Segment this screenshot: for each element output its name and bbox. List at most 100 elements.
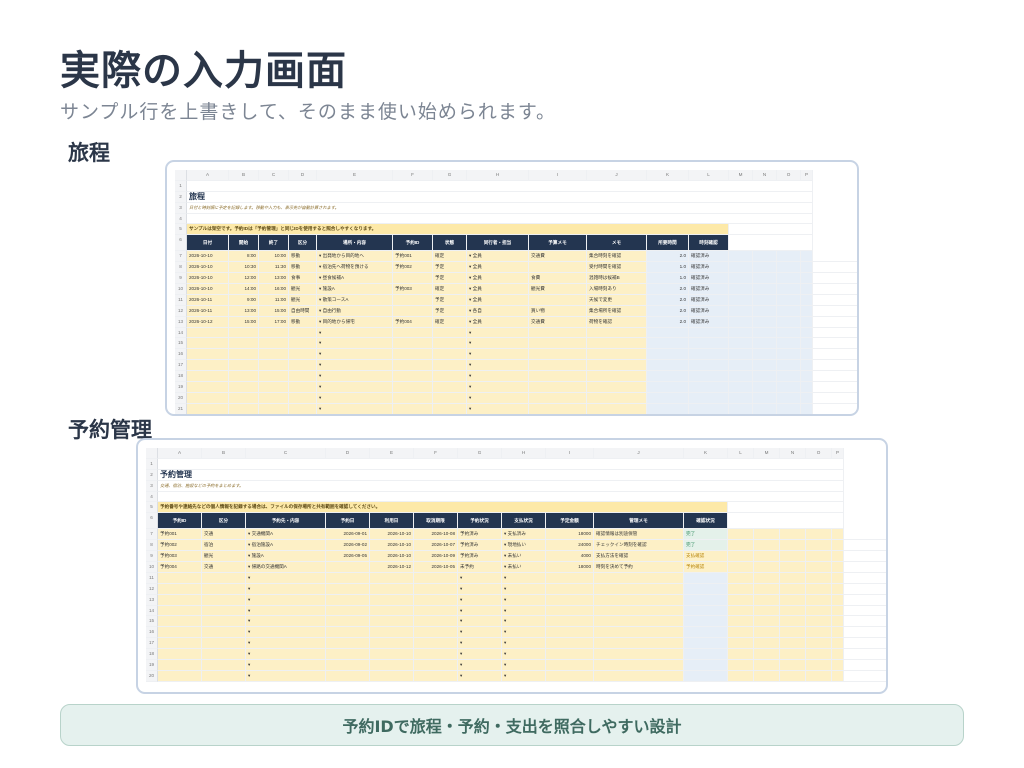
sheet-cell[interactable] (729, 371, 753, 383)
sheet-cell[interactable] (780, 594, 806, 606)
sheet-cell[interactable] (370, 616, 414, 628)
column-header[interactable]: 予約ID (393, 235, 433, 252)
sheet-cell[interactable] (832, 660, 844, 671)
column-header[interactable]: 区分 (202, 513, 246, 530)
sheet-cell[interactable] (777, 371, 801, 383)
column-letter[interactable]: K (684, 448, 728, 459)
sheet-cell[interactable] (433, 403, 467, 414)
column-letter[interactable]: F (393, 170, 433, 181)
sheet-cell[interactable]: ▾ (246, 616, 326, 628)
sheet-cell[interactable] (326, 649, 370, 661)
sheet-cell[interactable] (806, 572, 832, 584)
column-header[interactable]: 予約日 (326, 513, 370, 530)
sheet-cell[interactable] (753, 284, 777, 295)
sheet-cell[interactable] (801, 338, 813, 350)
sheet-cell[interactable] (684, 638, 728, 650)
sheet-cell[interactable]: ▾ (317, 327, 393, 339)
column-header[interactable]: 場所・内容 (317, 235, 393, 252)
column-letter[interactable]: K (647, 170, 689, 181)
sheet-cell[interactable]: ▾ 昼食候補A (317, 273, 393, 285)
sheet-cell[interactable] (370, 572, 414, 584)
sheet-cell[interactable] (754, 594, 780, 606)
sheet-cell[interactable] (689, 327, 729, 339)
sheet-cell[interactable] (777, 273, 801, 285)
sheet-cell[interactable] (801, 360, 813, 372)
sheet-cell[interactable] (754, 562, 780, 573)
sheet-cell[interactable] (414, 638, 458, 650)
sheet-cell[interactable]: 2026-10-10 (187, 262, 229, 274)
sheet-cell[interactable]: 受付時間を確認 (587, 262, 647, 274)
sheet-cell[interactable]: ▾ 全員 (467, 273, 529, 285)
sheet-cell[interactable] (689, 349, 729, 361)
sheet-cell[interactable] (754, 616, 780, 628)
sheet-cell[interactable] (546, 572, 594, 584)
sheet-cell[interactable] (729, 294, 753, 306)
sheet-cell[interactable] (729, 338, 753, 350)
column-header[interactable]: 日付 (187, 235, 229, 252)
sheet-cell[interactable] (158, 627, 202, 639)
sheet-cell[interactable]: 入場時刻あり (587, 284, 647, 295)
sheet-cell[interactable]: ▾ (458, 583, 502, 595)
sheet-cell[interactable]: ▾ (502, 670, 546, 682)
sheet-cell[interactable]: 予約003 (393, 284, 433, 295)
sheet-cell[interactable]: ▾ (502, 660, 546, 671)
sheet-cell[interactable] (801, 294, 813, 306)
sheet-cell[interactable] (529, 382, 587, 393)
column-header[interactable]: メモ (587, 235, 647, 252)
sheet-cell[interactable]: ▾ 全員 (467, 316, 529, 328)
sheet-cell[interactable] (728, 605, 754, 617)
sheet-cell[interactable] (393, 327, 433, 339)
column-letter[interactable]: C (259, 170, 289, 181)
sheet-cell[interactable] (801, 327, 813, 339)
sheet-cell[interactable]: ▾ 自由行動 (317, 305, 393, 317)
sheet-cell[interactable] (777, 415, 801, 416)
sheet-cell[interactable] (587, 371, 647, 383)
sheet-cell[interactable]: 15:00 (259, 305, 289, 317)
sheet-cell[interactable] (806, 551, 832, 563)
sheet-cell[interactable]: 観光費 (529, 284, 587, 295)
sheet-cell[interactable] (187, 392, 229, 404)
sheet-cell[interactable]: 交通 (202, 529, 246, 541)
sheet-cell[interactable] (777, 262, 801, 274)
sheet-cell[interactable] (158, 605, 202, 617)
sheet-cell[interactable] (832, 605, 844, 617)
sheet-cell[interactable] (832, 638, 844, 650)
sheet-cell[interactable] (780, 605, 806, 617)
sheet-cell[interactable] (647, 371, 689, 383)
sheet-cell[interactable]: 2026-10-12 (370, 562, 414, 573)
column-header[interactable]: 同行者・担当 (467, 235, 529, 252)
sheet-cell[interactable]: 完了 (684, 529, 728, 541)
sheet-cell[interactable] (433, 327, 467, 339)
sheet-cell[interactable] (393, 415, 433, 416)
sheet-cell[interactable] (546, 660, 594, 671)
sheet-cell[interactable] (587, 338, 647, 350)
sheet-cell[interactable]: ▾ 全員 (467, 251, 529, 263)
sheet-cell[interactable] (753, 262, 777, 274)
sheet-cell[interactable]: ▾ 交通機関A (246, 529, 326, 541)
sheet-cell[interactable] (529, 392, 587, 404)
sheet-cell[interactable] (689, 392, 729, 404)
sheet-cell[interactable] (546, 605, 594, 617)
sheet-cell[interactable]: 予約001 (158, 529, 202, 541)
sheet-cell[interactable]: 2.0 (647, 251, 689, 263)
sheet-cell[interactable]: ▾ (502, 583, 546, 595)
sheet-cell[interactable] (202, 616, 246, 628)
sheet-cell[interactable]: 観光 (289, 284, 317, 295)
sheet-cell[interactable]: ▾ (317, 403, 393, 414)
sheet-cell[interactable]: ▾ (246, 605, 326, 617)
sheet-cell[interactable] (729, 392, 753, 404)
sheet-cell[interactable] (259, 415, 289, 416)
sheet-cell[interactable]: ▾ (458, 649, 502, 661)
sheet-cell[interactable]: 2026-10-10 (187, 273, 229, 285)
sheet-cell[interactable] (689, 360, 729, 372)
sheet-cell[interactable] (202, 583, 246, 595)
sheet-cell[interactable]: 予定 (433, 273, 467, 285)
column-header[interactable]: 終了 (259, 235, 289, 252)
sheet-cell[interactable] (801, 262, 813, 274)
sheet-cell[interactable] (326, 660, 370, 671)
sheet-cell[interactable]: ▾ (317, 371, 393, 383)
column-letter[interactable]: F (414, 448, 458, 459)
column-letter[interactable]: N (780, 448, 806, 459)
sheet-cell[interactable]: ▾ (458, 638, 502, 650)
sheet-cell[interactable] (684, 616, 728, 628)
